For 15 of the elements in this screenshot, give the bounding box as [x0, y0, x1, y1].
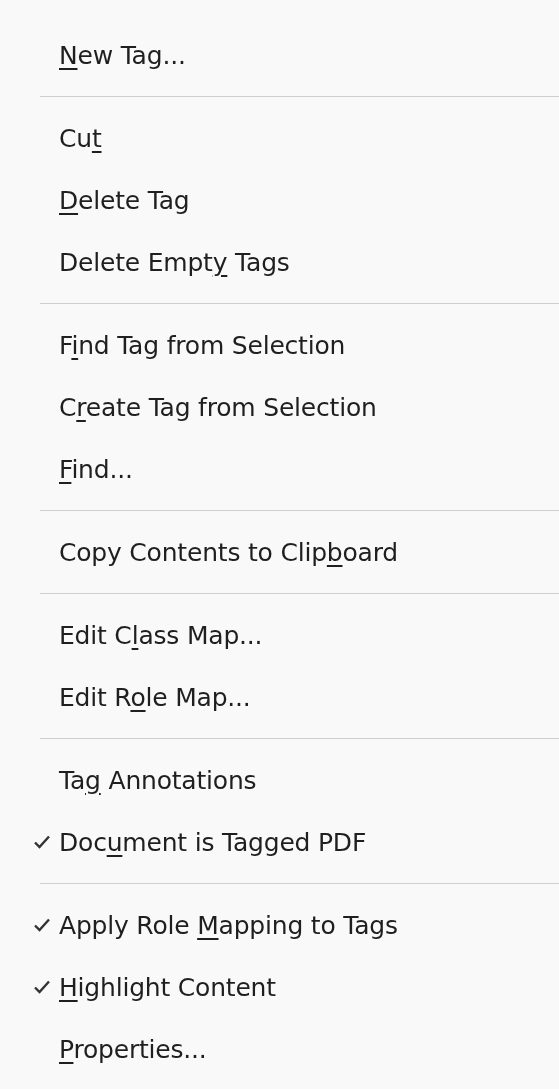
- menu-item[interactable]: Document is Tagged PDF: [59, 827, 367, 857]
- menu-item[interactable]: New Tag...: [59, 40, 186, 70]
- menu-item[interactable]: Tag Annotations: [59, 765, 257, 795]
- menu-item[interactable]: Apply Role Mapping to Tags: [59, 910, 398, 940]
- menu-item[interactable]: Properties...: [59, 1034, 207, 1064]
- menu-item[interactable]: Find Tag from Selection: [59, 330, 346, 360]
- menu-item[interactable]: Delete Empty Tags: [59, 247, 290, 277]
- menu-item[interactable]: Find...: [59, 454, 133, 484]
- menu-item[interactable]: Cut: [59, 123, 102, 153]
- menu-item[interactable]: Copy Contents to Clipboard: [59, 537, 399, 567]
- menu-item[interactable]: Edit Class Map...: [59, 620, 263, 650]
- menu-item[interactable]: Edit Role Map...: [59, 682, 251, 712]
- menu-item[interactable]: Highlight Content: [59, 972, 276, 1002]
- menu-item[interactable]: Create Tag from Selection: [59, 392, 377, 422]
- menu-item[interactable]: Delete Tag: [59, 185, 190, 215]
